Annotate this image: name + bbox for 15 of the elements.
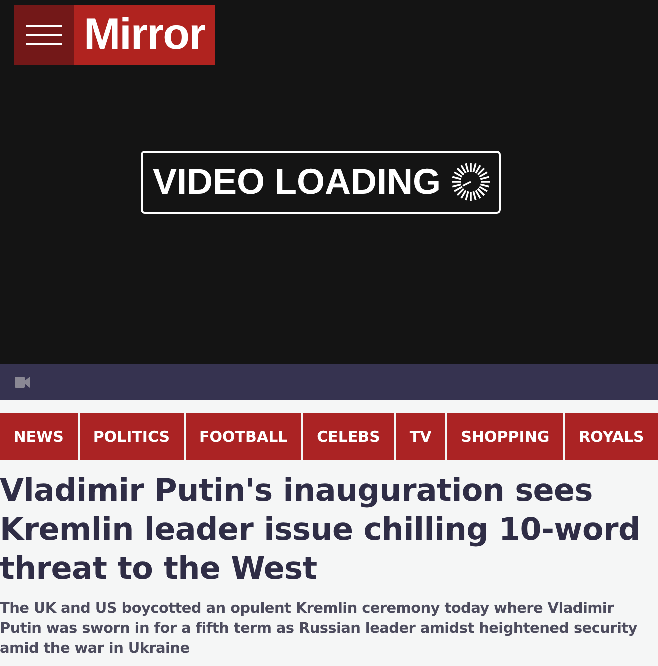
nav-link[interactable]: SHOPPING	[447, 413, 564, 460]
article-standfirst: The UK and US boycotted an opulent Kremlin ceremony today where Vladimir Putin was sworn in for a fifth term as Russian leader amidst heightened security amid the war in Ukraine	[0, 600, 638, 659]
spinner-icon	[451, 162, 492, 202]
menu-icon	[26, 24, 62, 46]
article-headline: Vladimir Putin's inauguration sees Kremlin leader issue chilling 10-word threat to the West	[0, 472, 642, 589]
nav-link[interactable]: CELEBS	[303, 413, 394, 460]
nav-link[interactable]: TV	[396, 413, 446, 460]
loading-text: VIDEO LOADING	[152, 161, 442, 203]
nav-link[interactable]: NEWS	[0, 413, 78, 460]
nav-link[interactable]: FOOTBALL	[186, 413, 302, 460]
nav-link[interactable]: POLITICS	[80, 413, 184, 460]
video-camera-icon	[15, 376, 30, 388]
nav-link[interactable]: ROYALS	[565, 413, 658, 460]
logo[interactable]: Mirror	[74, 5, 215, 65]
menu-button[interactable]	[14, 5, 74, 65]
